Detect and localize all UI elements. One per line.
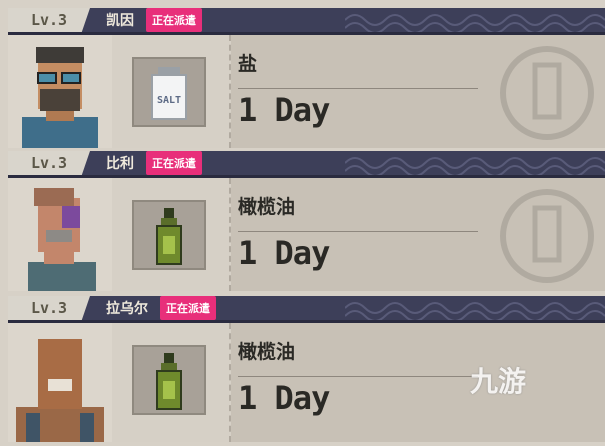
- item-name: 橄榄油: [238, 196, 296, 218]
- item-slot[interactable]: [132, 345, 206, 415]
- olive-oil-bottle-icon: [156, 353, 182, 410]
- billy-avatar-icon: [28, 188, 96, 291]
- card-body: 橄榄油 1 Day: [8, 178, 605, 291]
- status-badge: 正在派遣: [146, 151, 202, 175]
- level-label: Lv.3: [8, 296, 90, 320]
- wave-pattern-icon: [345, 14, 605, 32]
- duration-label: 1 Day: [238, 234, 330, 272]
- kain-avatar-icon: [22, 47, 98, 148]
- duration-label: 1 Day: [238, 379, 330, 417]
- dispatch-info: 橄榄油 1 Day: [230, 323, 605, 436]
- character-portrait: [8, 35, 112, 148]
- character-name: 拉乌尔: [106, 301, 148, 317]
- dispatch-info: 橄榄油 1 Day: [230, 178, 605, 291]
- wave-pattern-icon: [345, 302, 605, 320]
- raoul-avatar-icon: [16, 339, 104, 442]
- item-slot[interactable]: [132, 200, 206, 270]
- divider: [238, 231, 478, 232]
- salt-shaker-icon: SALT: [151, 67, 187, 120]
- item-slot[interactable]: SALT: [132, 57, 206, 127]
- divider: [238, 376, 478, 377]
- watermark-logo: 九游: [470, 360, 526, 400]
- level-label: Lv.3: [8, 151, 90, 175]
- character-portrait: [8, 178, 112, 291]
- duration-label: 1 Day: [238, 91, 330, 129]
- salt-label: SALT: [157, 95, 181, 106]
- level-label: Lv.3: [8, 8, 90, 32]
- status-badge: 正在派遣: [160, 296, 216, 320]
- wave-pattern-icon: [345, 157, 605, 175]
- dispatch-info: 盐 1 Day: [230, 35, 605, 148]
- card-header: Lv.3 比利 正在派遣: [8, 151, 605, 178]
- item-panel: [112, 323, 231, 442]
- dispatch-card-billy[interactable]: Lv.3 比利 正在派遣 橄榄油 1 Day: [8, 151, 605, 291]
- dispatch-card-kain[interactable]: Lv.3 凯因 正在派遣 SALT 盐 1 Day: [8, 8, 605, 148]
- character-name: 凯因: [106, 13, 134, 29]
- divider: [238, 88, 478, 89]
- stamp-emblem-icon: [500, 189, 594, 283]
- card-body: SALT 盐 1 Day: [8, 35, 605, 148]
- character-name: 比利: [106, 156, 134, 172]
- card-header: Lv.3 拉乌尔 正在派遣: [8, 296, 605, 323]
- olive-oil-bottle-icon: [156, 208, 182, 265]
- item-name: 橄榄油: [238, 341, 296, 363]
- card-header: Lv.3 凯因 正在派遣: [8, 8, 605, 35]
- item-panel: [112, 178, 231, 291]
- stamp-emblem-icon: [500, 46, 594, 140]
- status-badge: 正在派遣: [146, 8, 202, 32]
- item-panel: SALT: [112, 35, 231, 148]
- watermark-text: 九游: [470, 365, 527, 398]
- item-name: 盐: [238, 53, 258, 75]
- character-portrait: [8, 323, 112, 442]
